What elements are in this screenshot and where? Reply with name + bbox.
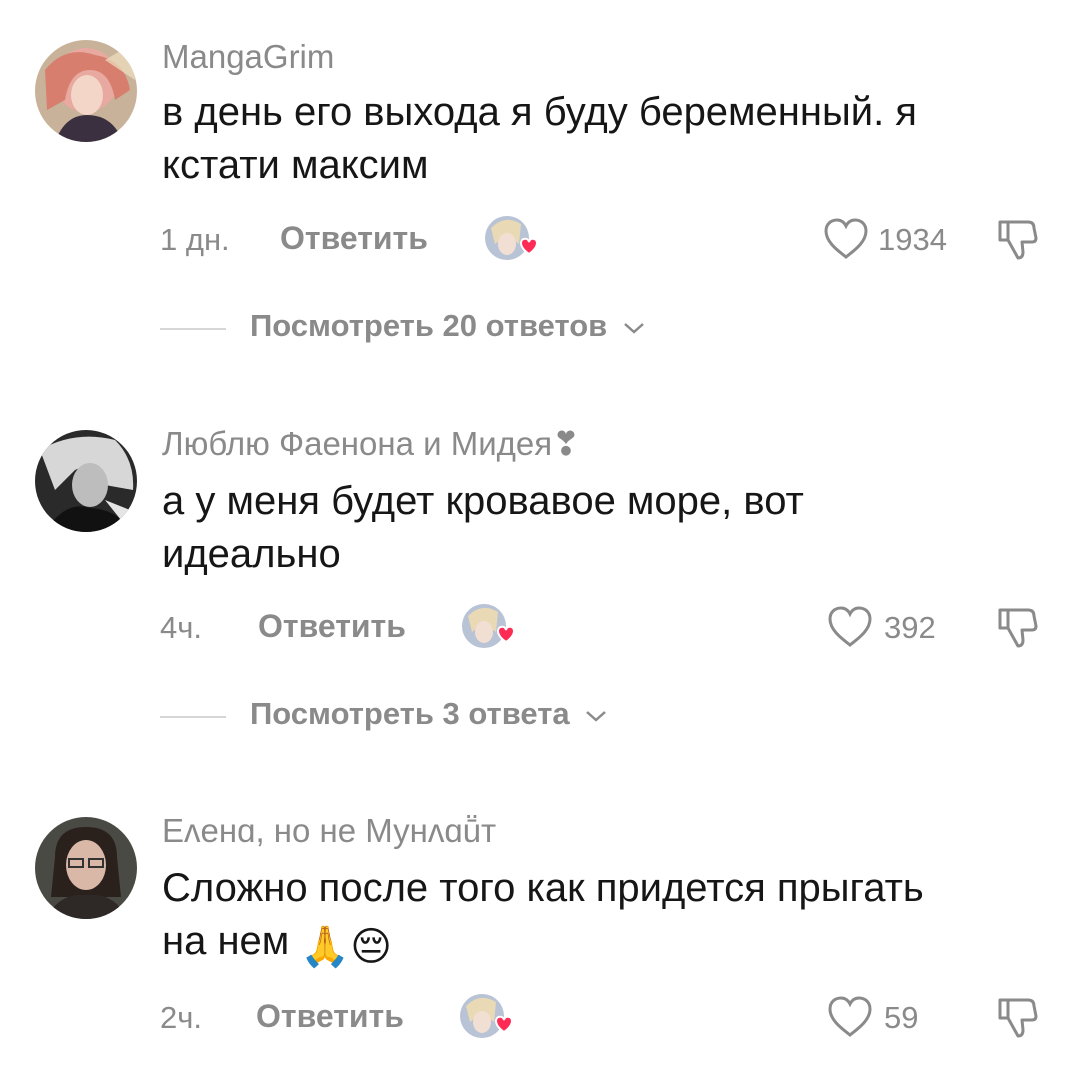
- view-replies-label: Посмотреть 3 ответа: [250, 696, 608, 732]
- view-replies-button[interactable]: Посмотреть 3 ответа: [160, 696, 760, 736]
- comment-text: Сложно после того как придется прыгать н…: [162, 862, 1042, 974]
- username[interactable]: MangaGrim: [162, 38, 334, 76]
- heart-outline-icon[interactable]: [822, 217, 870, 261]
- timestamp: 2ч.: [160, 1000, 203, 1035]
- view-replies-label: Посмотреть 20 ответов: [250, 308, 646, 344]
- username[interactable]: Люблю Фаенона и Мидея❣: [162, 424, 580, 463]
- comment-text: а у меня будет кровавое море, вот идеаль…: [162, 475, 1042, 581]
- heart-outline-icon[interactable]: [826, 605, 874, 649]
- timestamp: 1 дн.: [160, 222, 230, 257]
- dislike-icon[interactable]: [996, 994, 1040, 1045]
- creator-liked-icon: [462, 602, 516, 652]
- comment-text-line: Сложно после того как придется прыгать: [162, 866, 924, 910]
- like-count: 1934: [878, 222, 947, 257]
- emoji-folded-hands: 🙏😔: [300, 925, 392, 969]
- comment-actions: 4ч. Ответить 392: [160, 602, 1060, 652]
- divider: [160, 328, 226, 330]
- heart-outline-icon[interactable]: [826, 995, 874, 1039]
- divider: [160, 716, 226, 718]
- comment-actions: 1 дн. Ответить 1934: [160, 214, 1060, 264]
- username[interactable]: Eʌенɑ, но не Мунʌɑṻт: [162, 812, 496, 850]
- reply-button[interactable]: Ответить: [256, 998, 404, 1035]
- view-replies-button[interactable]: Посмотреть 20 ответов: [160, 308, 760, 348]
- reply-button[interactable]: Ответить: [280, 220, 428, 257]
- dislike-icon[interactable]: [996, 216, 1040, 267]
- comment-text-line: кстати максим: [162, 143, 429, 187]
- creator-liked-icon: [485, 214, 539, 264]
- creator-liked-icon: [460, 992, 514, 1042]
- comment-text-line: а у меня будет кровавое море, вот: [162, 479, 804, 523]
- dislike-icon[interactable]: [996, 604, 1040, 655]
- like-count: 59: [884, 1000, 919, 1035]
- avatar[interactable]: [35, 40, 137, 142]
- reply-button[interactable]: Ответить: [258, 608, 406, 645]
- comment-text: в день его выхода я буду беременный. я к…: [162, 86, 1042, 192]
- comment-text-line: идеально: [162, 532, 341, 576]
- comment-text-line: в день его выхода я буду беременный. я: [162, 90, 917, 134]
- avatar[interactable]: [35, 817, 137, 919]
- timestamp: 4ч.: [160, 610, 203, 645]
- comment-text-line: на нем 🙏😔: [162, 915, 1042, 974]
- comment-actions: 2ч. Ответить 59: [160, 992, 1060, 1042]
- avatar[interactable]: [35, 430, 137, 532]
- like-count: 392: [884, 610, 936, 645]
- chevron-down-icon: [586, 710, 607, 722]
- chevron-down-icon: [624, 322, 644, 334]
